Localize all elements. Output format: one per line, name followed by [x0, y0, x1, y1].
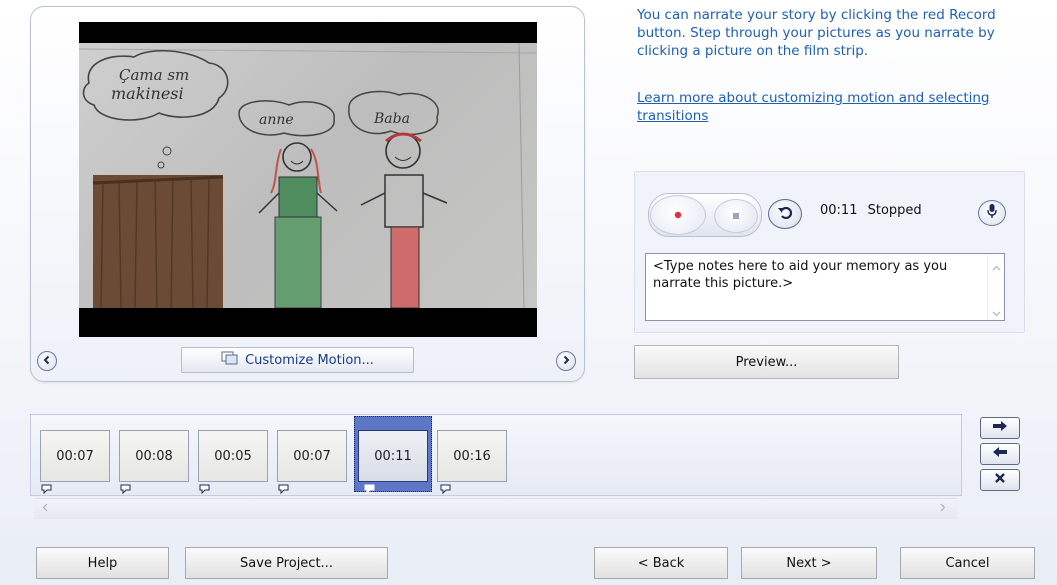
- notes-scrollbar[interactable]: [987, 254, 1005, 320]
- undo-icon: [777, 205, 793, 223]
- video-preview: Çama sm makinesi anne Baba: [79, 22, 537, 337]
- film-strip-frame[interactable]: 00:16: [437, 430, 507, 482]
- arrow-right-icon: [992, 420, 1008, 436]
- record-button[interactable]: [650, 195, 706, 235]
- record-icon: [674, 208, 682, 223]
- svg-text:Çama sm: Çama sm: [119, 66, 189, 84]
- learn-more-link[interactable]: Learn more about customizing motion and …: [637, 89, 1052, 125]
- recording-time: 00:11: [820, 203, 858, 218]
- save-project-button[interactable]: Save Project...: [185, 547, 388, 579]
- microphone-settings-button[interactable]: [978, 200, 1006, 226]
- film-strip-frame[interactable]: 00:07: [277, 430, 347, 482]
- next-button[interactable]: Next >: [741, 547, 877, 579]
- scroll-down-icon: [992, 306, 1001, 321]
- customize-motion-button[interactable]: Customize Motion...: [181, 347, 414, 373]
- arrow-left-icon: [992, 446, 1008, 462]
- drawing-image: Çama sm makinesi anne Baba: [79, 42, 537, 309]
- scroll-up-icon: [992, 260, 1001, 275]
- film-strip-frame[interactable]: 00:05: [198, 430, 268, 482]
- preview-button[interactable]: Preview...: [634, 345, 899, 379]
- scroll-left-icon: [42, 501, 48, 515]
- next-picture-button[interactable]: [556, 351, 576, 371]
- scroll-right-icon: [940, 501, 946, 515]
- recording-status: 00:11 Stopped: [820, 203, 922, 218]
- narration-marker-icon: [364, 483, 375, 495]
- stop-button[interactable]: [714, 199, 758, 233]
- narration-marker-icon: [440, 483, 451, 495]
- recording-state: Stopped: [867, 203, 922, 218]
- narration-marker-icon: [41, 483, 52, 495]
- svg-text:Baba: Baba: [373, 111, 410, 127]
- stop-icon: [732, 209, 740, 224]
- back-button[interactable]: < Back: [594, 547, 728, 579]
- help-button[interactable]: Help: [36, 547, 169, 579]
- film-strip-frame[interactable]: 00:08: [119, 430, 189, 482]
- move-left-button[interactable]: [980, 443, 1020, 465]
- svg-text:anne: anne: [259, 112, 294, 128]
- customize-motion-label: Customize Motion...: [245, 352, 374, 368]
- film-strip-frame[interactable]: 00:07: [40, 430, 110, 482]
- chevron-left-icon: [42, 354, 52, 369]
- film-strip-frame-selected[interactable]: 00:11: [358, 430, 428, 482]
- previous-picture-button[interactable]: [37, 351, 57, 371]
- narration-marker-icon: [199, 483, 210, 495]
- chevron-right-icon: [561, 354, 571, 369]
- film-strip-scrollbar[interactable]: [34, 498, 958, 519]
- microphone-icon: [986, 203, 998, 223]
- narration-marker-icon: [278, 483, 289, 495]
- close-icon: [994, 472, 1006, 488]
- svg-text:makinesi: makinesi: [111, 84, 184, 103]
- motion-icon: [221, 351, 239, 369]
- move-right-button[interactable]: [980, 417, 1020, 439]
- remove-button[interactable]: [980, 469, 1020, 491]
- start-over-button[interactable]: [768, 199, 802, 229]
- narration-marker-icon: [120, 483, 131, 495]
- narration-notes-field[interactable]: <Type notes here to aid your memory as y…: [645, 253, 1005, 321]
- narration-instructions: You can narrate your story by clicking t…: [637, 7, 996, 59]
- cancel-button[interactable]: Cancel: [900, 547, 1035, 579]
